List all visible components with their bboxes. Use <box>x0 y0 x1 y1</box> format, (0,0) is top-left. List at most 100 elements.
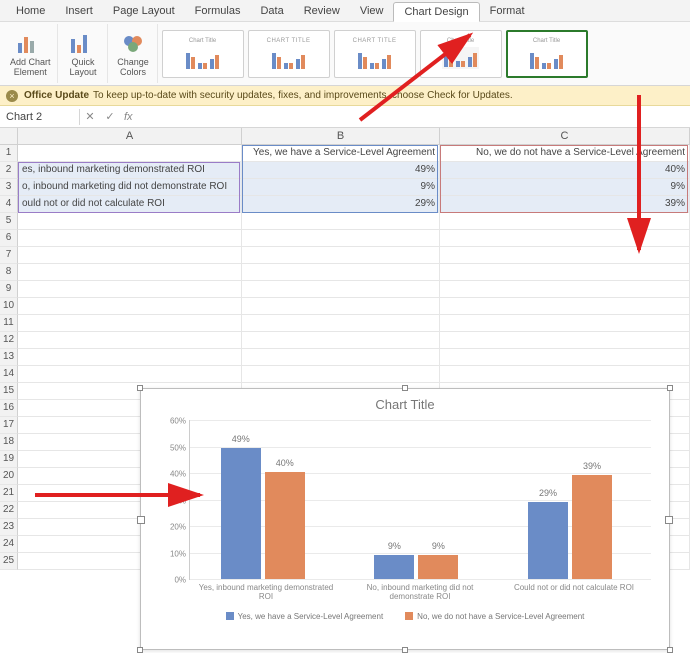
cell[interactable]: o, inbound marketing did not demonstrate… <box>18 179 242 196</box>
row-header[interactable]: 11 <box>0 315 18 332</box>
chart-style-thumb[interactable]: Chart Title <box>162 30 244 78</box>
row-header[interactable]: 13 <box>0 349 18 366</box>
row-header[interactable]: 14 <box>0 366 18 383</box>
cell[interactable] <box>242 213 440 230</box>
tab-home[interactable]: Home <box>6 2 55 20</box>
row-header[interactable]: 8 <box>0 264 18 281</box>
cell[interactable]: 49% <box>242 162 440 179</box>
cell[interactable] <box>440 247 690 264</box>
row-header[interactable]: 6 <box>0 230 18 247</box>
cell[interactable]: 40% <box>440 162 690 179</box>
cell[interactable]: 9% <box>242 179 440 196</box>
cell[interactable]: 9% <box>440 179 690 196</box>
cell[interactable] <box>440 281 690 298</box>
change-colors-button[interactable]: Change Colors <box>110 24 158 83</box>
cell[interactable]: ould not or did not calculate ROI <box>18 196 242 213</box>
chart-style-thumb[interactable]: CHART TITLE <box>248 30 330 78</box>
tab-page-layout[interactable]: Page Layout <box>103 2 185 20</box>
row-header[interactable]: 25 <box>0 553 18 570</box>
quick-layout-button[interactable]: Quick Layout <box>60 24 108 83</box>
cell[interactable] <box>18 366 242 383</box>
cell[interactable] <box>242 349 440 366</box>
row-header[interactable]: 17 <box>0 417 18 434</box>
cell[interactable] <box>18 213 242 230</box>
cell[interactable] <box>18 298 242 315</box>
cell[interactable] <box>242 247 440 264</box>
cell[interactable] <box>18 264 242 281</box>
tab-formulas[interactable]: Formulas <box>185 2 251 20</box>
tab-chart-design[interactable]: Chart Design <box>393 2 479 22</box>
tab-format[interactable]: Format <box>480 2 535 20</box>
cell[interactable] <box>440 366 690 383</box>
worksheet[interactable]: A B C 1 Yes, we have a Service-Level Agre… <box>0 128 690 570</box>
name-box[interactable]: Chart 2 <box>0 109 80 125</box>
cell[interactable] <box>242 264 440 281</box>
bar[interactable]: 39% <box>572 475 612 579</box>
tab-data[interactable]: Data <box>250 2 293 20</box>
cell[interactable] <box>242 315 440 332</box>
row-header[interactable]: 19 <box>0 451 18 468</box>
chart-title[interactable]: Chart Title <box>141 389 669 416</box>
tab-insert[interactable]: Insert <box>55 2 103 20</box>
cell[interactable]: 29% <box>242 196 440 213</box>
enter-formula-icon[interactable]: ✓ <box>100 110 120 123</box>
cell[interactable] <box>440 332 690 349</box>
row-header[interactable]: 1 <box>0 145 18 162</box>
cell[interactable] <box>18 230 242 247</box>
cell[interactable]: Yes, we have a Service-Level Agreement <box>242 145 440 162</box>
tab-view[interactable]: View <box>350 2 394 20</box>
cell[interactable] <box>242 298 440 315</box>
row-header[interactable]: 21 <box>0 485 18 502</box>
row-header[interactable]: 9 <box>0 281 18 298</box>
select-all-triangle[interactable] <box>0 128 18 144</box>
column-header-c[interactable]: C <box>440 128 690 144</box>
cell[interactable] <box>242 366 440 383</box>
row-header[interactable]: 12 <box>0 332 18 349</box>
cell[interactable]: es, inbound marketing demonstrated ROI <box>18 162 242 179</box>
row-header[interactable]: 22 <box>0 502 18 519</box>
row-header[interactable]: 20 <box>0 468 18 485</box>
tab-review[interactable]: Review <box>294 2 350 20</box>
row-header[interactable]: 7 <box>0 247 18 264</box>
row-header[interactable]: 18 <box>0 434 18 451</box>
bar[interactable]: 9% <box>418 555 458 579</box>
bar[interactable]: 40% <box>265 472 305 579</box>
row-header[interactable]: 16 <box>0 400 18 417</box>
chart-style-thumb[interactable]: CHART TITLE <box>334 30 416 78</box>
cell[interactable] <box>18 349 242 366</box>
chart-style-thumb[interactable]: Chart Title <box>420 30 502 78</box>
chart-style-thumb[interactable]: Chart Title <box>506 30 588 78</box>
row-header[interactable]: 15 <box>0 383 18 400</box>
column-header-a[interactable]: A <box>18 128 242 144</box>
row-header[interactable]: 10 <box>0 298 18 315</box>
add-chart-element-button[interactable]: Add Chart Element <box>4 24 58 83</box>
bar[interactable]: 9% <box>374 555 414 579</box>
column-header-b[interactable]: B <box>242 128 440 144</box>
row-header[interactable]: 3 <box>0 179 18 196</box>
cell[interactable] <box>242 281 440 298</box>
row-header[interactable]: 2 <box>0 162 18 179</box>
cell[interactable] <box>18 315 242 332</box>
bar[interactable]: 29% <box>528 502 568 579</box>
cancel-formula-icon[interactable]: ✕ <box>80 110 100 123</box>
cell[interactable]: 39% <box>440 196 690 213</box>
cell[interactable] <box>18 281 242 298</box>
cell[interactable] <box>440 298 690 315</box>
cell[interactable]: No, we do not have a Service-Level Agree… <box>440 145 690 162</box>
embedded-chart[interactable]: Chart Title 0%10%20%30%40%50%60%49%40%9%… <box>140 388 670 650</box>
cell[interactable] <box>242 332 440 349</box>
close-icon[interactable]: × <box>6 90 18 102</box>
row-header[interactable]: 24 <box>0 536 18 553</box>
cell[interactable] <box>18 247 242 264</box>
cell[interactable] <box>440 315 690 332</box>
bar[interactable]: 49% <box>221 448 261 579</box>
row-header[interactable]: 23 <box>0 519 18 536</box>
cell[interactable] <box>18 332 242 349</box>
cell[interactable] <box>440 213 690 230</box>
cell[interactable] <box>440 264 690 281</box>
row-header[interactable]: 4 <box>0 196 18 213</box>
row-header[interactable]: 5 <box>0 213 18 230</box>
cell[interactable] <box>18 145 242 162</box>
cell[interactable] <box>242 230 440 247</box>
cell[interactable] <box>440 230 690 247</box>
